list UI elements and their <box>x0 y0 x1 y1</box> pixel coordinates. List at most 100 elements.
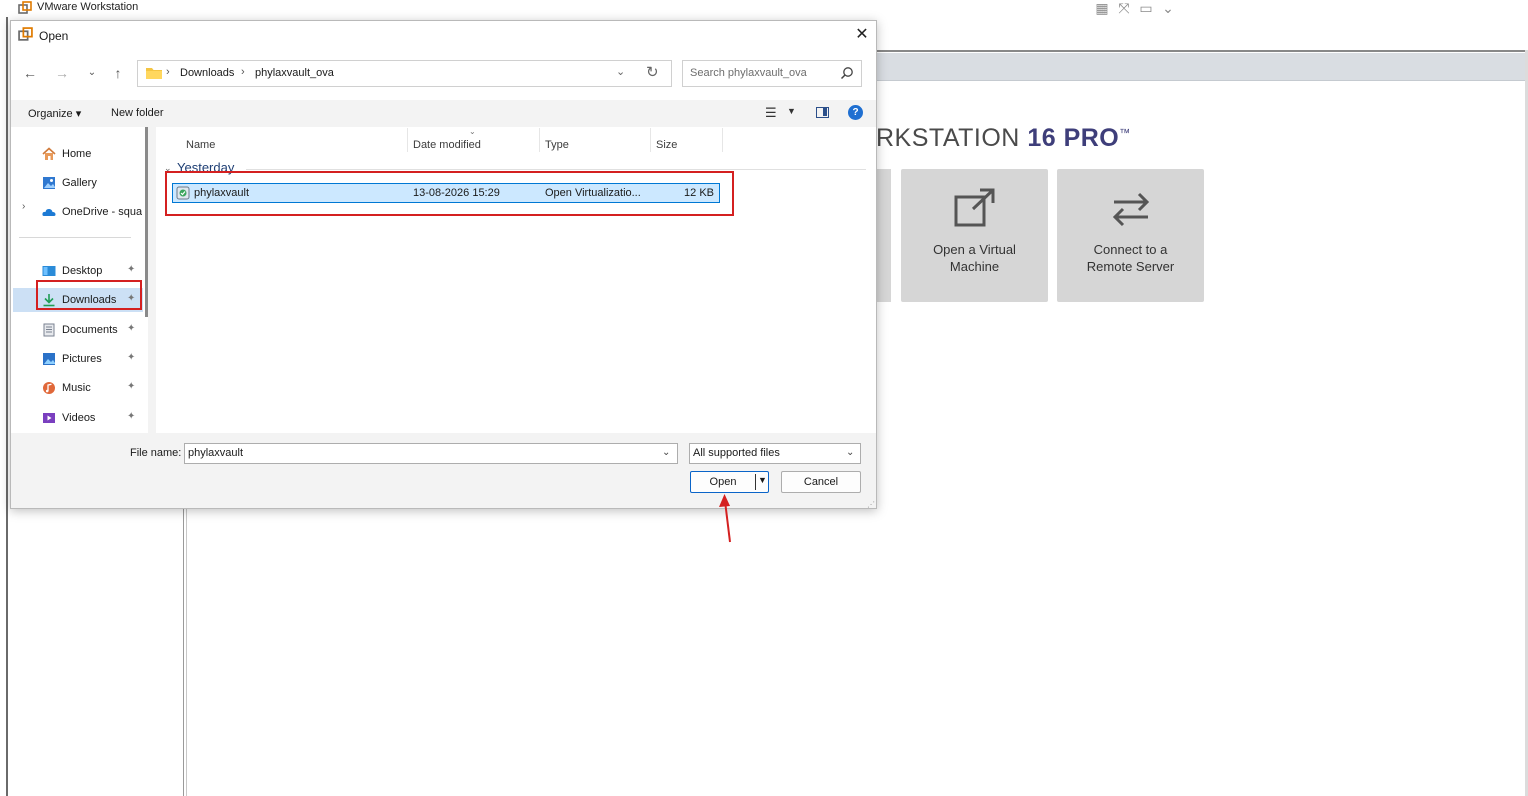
sidebar-item-gallery[interactable]: Gallery <box>13 171 143 195</box>
sidebar-item-music[interactable]: Music ✦ <box>13 376 143 400</box>
cancel-button[interactable]: Cancel <box>781 471 861 493</box>
sidebar-item-pictures[interactable]: Pictures ✦ <box>13 347 143 371</box>
pin-icon[interactable]: ✦ <box>127 323 135 334</box>
sidebar-item-home[interactable]: Home <box>13 142 143 166</box>
folder-icon <box>146 68 162 79</box>
file-name-value: phylaxvault <box>188 447 244 459</box>
preview-pane-icon[interactable] <box>816 107 829 118</box>
open-dropdown-arrow-icon[interactable]: ▼ <box>758 475 767 485</box>
swap-arrows-icon <box>1112 192 1150 227</box>
workstation-brand: RKSTATION 16 PRO™ <box>876 124 1131 152</box>
fullscreen-icon[interactable]: ⤧ <box>1116 0 1132 17</box>
pin-icon[interactable]: ✦ <box>127 352 135 363</box>
connect-remote-server-tile[interactable]: Connect to a Remote Server <box>1057 169 1204 302</box>
documents-icon <box>43 323 55 337</box>
filter-value: All supported files <box>693 447 780 459</box>
open-button-label: Open <box>709 476 737 488</box>
console-view-icon[interactable]: ▭ <box>1138 0 1154 17</box>
open-virtual-machine-tile[interactable]: Open a Virtual Machine <box>901 169 1048 302</box>
sidebar-scrollbar[interactable] <box>145 127 148 317</box>
file-name-input[interactable]: phylaxvault ⌄ <box>184 443 678 464</box>
sidebar-divider <box>19 237 131 238</box>
close-icon[interactable]: ✕ <box>849 24 875 46</box>
recent-locations-chevron-icon[interactable]: ⌄ <box>81 62 103 84</box>
column-header-size[interactable]: Size <box>656 139 677 151</box>
dialog-title: Open <box>39 29 69 43</box>
column-header-type[interactable]: Type <box>545 139 569 151</box>
pointer-arrow-icon <box>719 494 731 543</box>
sidebar-item-label: OneDrive - squa <box>62 206 142 218</box>
column-divider[interactable] <box>722 128 723 152</box>
breadcrumb-current-folder[interactable]: phylaxvault_ova <box>255 67 334 79</box>
dialog-footer: File name: phylaxvault ⌄ All supported f… <box>11 433 876 509</box>
vmware-logo-icon <box>18 27 33 41</box>
open-button[interactable]: Open ▼ <box>690 471 769 493</box>
command-bar: Organize ▾ New folder ☰ ▼ ? <box>11 100 876 126</box>
breadcrumb-separator[interactable]: › <box>241 66 245 78</box>
breadcrumb-downloads[interactable]: Downloads <box>180 67 234 79</box>
chevron-down-icon[interactable]: ▼ <box>787 106 796 116</box>
tile-label-line1: Open a Virtual <box>933 242 1016 257</box>
tile-label-line2: Remote Server <box>1086 259 1175 274</box>
pictures-icon <box>43 353 55 365</box>
dialog-titlebar[interactable]: Open ✕ <box>11 21 876 50</box>
column-header-name[interactable]: Name <box>186 139 215 151</box>
sidebar-item-videos[interactable]: Videos ✦ <box>13 406 143 430</box>
organize-menu-button[interactable]: Organize ▾ <box>28 107 81 120</box>
up-arrow-icon[interactable]: ↑ <box>107 62 129 84</box>
chevron-down-icon[interactable]: ⌄ <box>662 447 670 458</box>
chevron-down-icon[interactable]: ⌄ <box>846 447 854 458</box>
tile-label-line1: Connect to a <box>1093 242 1168 257</box>
address-bar[interactable]: › Downloads › phylaxvault_ova ⌄ ↻ <box>137 60 672 87</box>
group-divider <box>246 169 866 170</box>
column-divider[interactable] <box>407 128 408 152</box>
column-divider[interactable] <box>539 128 540 152</box>
file-type-filter-select[interactable]: All supported files ⌄ <box>689 443 861 464</box>
vmware-library-edge <box>0 17 8 796</box>
vmware-titlebar: VMware Workstation ▦ ⤧ ▭ ⌄ <box>0 0 1528 17</box>
open-file-dialog: Open ✕ ← → ⌄ ↑ › Downloads › phylaxvault… <box>10 20 877 509</box>
sidebar-item-label: Home <box>62 148 92 160</box>
refresh-icon[interactable]: ↻ <box>646 63 659 81</box>
forward-arrow-icon[interactable]: → <box>51 62 73 84</box>
column-divider[interactable] <box>650 128 651 152</box>
highlight-box-downloads <box>36 280 142 310</box>
videos-icon <box>43 413 55 423</box>
home-icon <box>42 147 56 160</box>
window-controls: ▦ ⤧ ▭ ⌄ <box>1094 0 1176 17</box>
highlight-box-file <box>165 171 734 216</box>
split-divider <box>755 474 756 490</box>
column-header-date-modified[interactable]: Date modified <box>413 139 481 151</box>
new-folder-button[interactable]: New folder <box>111 107 164 119</box>
back-arrow-icon[interactable]: ← <box>19 62 41 84</box>
help-icon[interactable]: ? <box>848 105 863 120</box>
vmware-content-divider <box>183 508 187 796</box>
window-title: VMware Workstation <box>37 1 139 13</box>
sort-indicator-icon: ⌄ <box>469 127 476 136</box>
view-options-icon[interactable]: ☰ <box>765 105 777 121</box>
grid-view-icon[interactable]: ▦ <box>1094 0 1110 17</box>
search-input[interactable]: Search phylaxvault_ova <box>682 60 862 87</box>
create-vm-tile[interactable] <box>876 169 891 302</box>
navigation-bar: ← → ⌄ ↑ › Downloads › phylaxvault_ova ⌄ … <box>11 50 876 100</box>
onedrive-icon <box>42 208 56 216</box>
chevron-down-icon[interactable]: ⌄ <box>616 65 625 78</box>
breadcrumb-separator[interactable]: › <box>166 66 170 78</box>
pin-icon[interactable]: ✦ <box>127 411 135 422</box>
search-icon <box>840 67 853 80</box>
desktop-icon <box>42 266 56 276</box>
file-name-label: File name: <box>130 447 182 459</box>
vmware-logo-icon <box>18 1 32 14</box>
vmware-tab-bar <box>876 53 1526 81</box>
search-placeholder: Search phylaxvault_ova <box>690 67 807 79</box>
tile-label-line2: Machine <box>949 259 1000 274</box>
pin-icon[interactable]: ✦ <box>127 264 135 275</box>
gallery-icon <box>43 177 55 189</box>
pin-icon[interactable]: ✦ <box>127 381 135 392</box>
sidebar-item-onedrive[interactable]: OneDrive - squa <box>13 200 143 224</box>
music-icon <box>43 382 55 394</box>
vmware-toolbar-divider <box>876 50 1528 52</box>
chevron-down-icon[interactable]: ⌄ <box>1160 0 1176 17</box>
sidebar-item-documents[interactable]: Documents ✦ <box>13 318 143 342</box>
resize-grip-icon[interactable]: ⋰ <box>867 500 875 509</box>
